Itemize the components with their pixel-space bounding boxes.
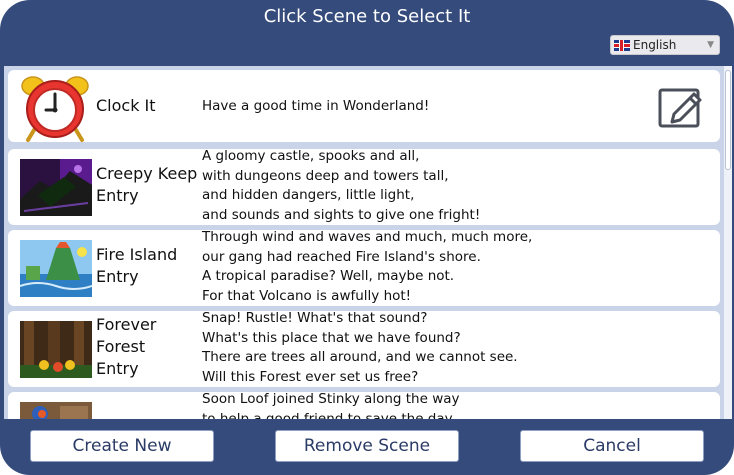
chevron-down-icon: ▼: [707, 40, 714, 50]
pencil-edit-icon: [658, 88, 702, 128]
scene-row-clock-it[interactable]: Clock It Have a good time in Wonderland!: [8, 70, 720, 142]
scene-description: Soon Loof joined Stinky along the way to…: [202, 391, 460, 419]
scene-description: Through wind and waves and much, much mo…: [202, 229, 533, 304]
partial-thumbnail: [20, 402, 92, 419]
create-new-button[interactable]: Create New: [30, 430, 214, 462]
cancel-button[interactable]: Cancel: [520, 430, 704, 462]
scene-row-fire-island[interactable]: Fire Island Entry Through wind and waves …: [8, 229, 720, 306]
language-select-value: English: [633, 38, 677, 52]
language-select[interactable]: English ▼: [610, 35, 720, 55]
dialog-title: Click Scene to Select It: [263, 6, 471, 27]
forever-forest-thumbnail: [20, 321, 92, 378]
creepy-keep-thumbnail: [20, 159, 92, 216]
scene-row-creepy-keep[interactable]: Creepy Keep Entry A gloomy castle, spooks…: [8, 148, 720, 225]
scene-description: Snap! Rustle! What's that sound? What's …: [202, 310, 518, 385]
scene-select-dialog: Click Scene to Select It English ▼ Clock…: [0, 0, 734, 475]
alarm-clock-icon: [20, 72, 92, 142]
scene-name-line: Fire Island Entry: [96, 245, 178, 286]
uk-flag-icon: [614, 39, 630, 51]
scene-list[interactable]: Clock It Have a good time in Wonderland!: [4, 66, 732, 419]
scene-row-partial[interactable]: Soon Loof joined Stinky along the way to…: [8, 391, 720, 419]
scene-name-line: Creepy Keep Entry: [96, 164, 198, 205]
scene-name-line: Forever Forest Entry: [96, 315, 157, 378]
remove-scene-button[interactable]: Remove Scene: [275, 430, 459, 462]
scene-description: Have a good time in Wonderland!: [202, 98, 430, 114]
scrollbar-thumb[interactable]: [725, 70, 731, 170]
scene-description: A gloomy castle, spooks and all, with du…: [202, 148, 481, 223]
edit-scene-button[interactable]: [658, 86, 704, 128]
scene-name: Clock It: [96, 96, 156, 115]
scene-row-forever-forest[interactable]: Forever Forest Entry Snap! Rustle! What's …: [8, 310, 720, 387]
fire-island-thumbnail: [20, 240, 92, 297]
